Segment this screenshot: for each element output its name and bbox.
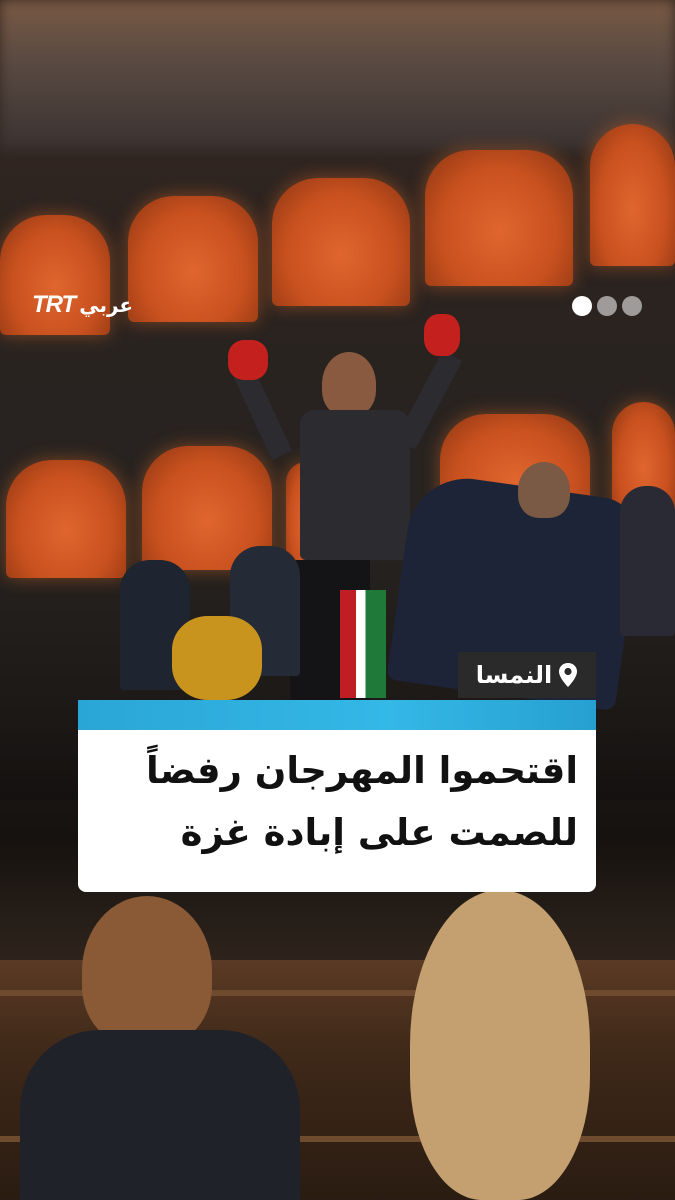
headline-text: اقتحموا المهرجان رفضاً للصمت على إبادة غ…: [88, 740, 578, 864]
carousel-dot[interactable]: [622, 296, 642, 316]
stage-arch: [128, 196, 258, 322]
musician: [620, 486, 675, 636]
stage-arch: [425, 150, 573, 286]
blurred-foreground: [0, 0, 675, 150]
audience-member-head: [410, 890, 590, 1200]
carousel-indicator[interactable]: [572, 296, 642, 316]
location-tag: النمسا: [458, 652, 596, 698]
stage-arch: [6, 460, 126, 578]
trt-arabi-logo: TRT عربي: [32, 291, 134, 318]
red-hand: [424, 314, 460, 356]
cello: [172, 616, 262, 700]
audience-member-head: [82, 896, 212, 1046]
headline-card: اقتحموا المهرجان رفضاً للصمت على إبادة غ…: [78, 700, 596, 892]
post-frame: TRT عربي النمسا اقتحموا المهرجان رفضاً ل…: [0, 0, 675, 1200]
protester-body: [300, 410, 410, 560]
red-hand: [228, 340, 268, 380]
carousel-dot[interactable]: [597, 296, 617, 316]
headline-line-1: اقتحموا المهرجان رفضاً: [146, 749, 578, 792]
stage-arch: [590, 124, 675, 266]
logo-arabic: عربي: [79, 293, 134, 317]
accent-bar: [78, 700, 596, 730]
logo-latin: TRT: [32, 291, 76, 318]
headline-line-2: للصمت على إبادة غزة: [180, 811, 578, 854]
location-label: النمسا: [475, 661, 553, 689]
protester-head: [322, 352, 376, 416]
carousel-dot-active[interactable]: [572, 296, 592, 316]
security-head: [518, 462, 570, 518]
map-pin-icon: [559, 663, 578, 687]
background-photo: [0, 0, 675, 1200]
audience-member-body: [20, 1030, 300, 1200]
stage-arch: [272, 178, 410, 306]
palestinian-flag: [340, 590, 386, 698]
